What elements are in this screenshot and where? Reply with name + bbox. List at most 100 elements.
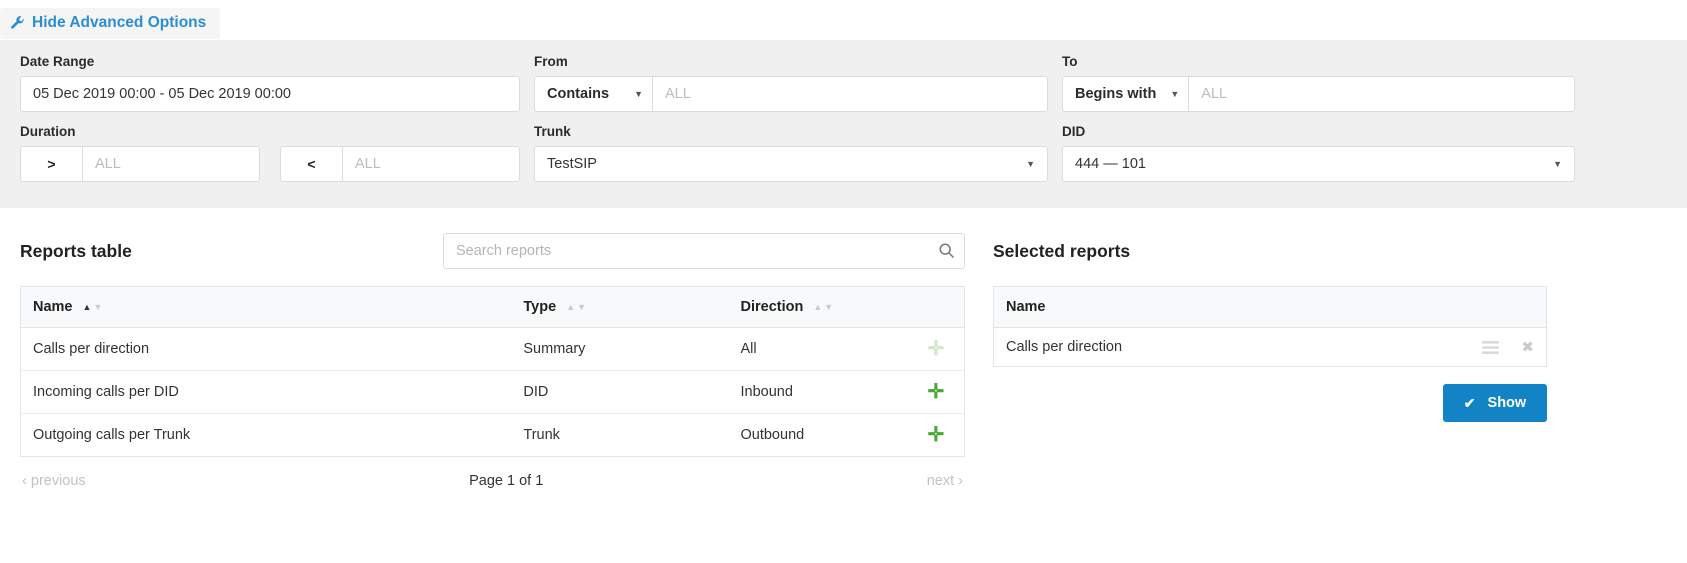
filter-trunk: Trunk TestSIP ▼ <box>534 124 1048 182</box>
search-reports-input[interactable] <box>443 233 965 269</box>
drag-handle-icon[interactable] <box>1482 340 1500 354</box>
date-range-label: Date Range <box>20 54 95 69</box>
duration-max-input[interactable]: ALL <box>342 146 520 182</box>
date-range-input[interactable]: 05 Dec 2019 00:00 - 05 Dec 2019 00:00 <box>20 76 520 112</box>
previous-page-label: previous <box>30 473 86 489</box>
cell-direction: Outbound <box>740 427 805 443</box>
sort-asc-icon[interactable]: ▲ <box>566 303 575 312</box>
to-operator-value: Begins with <box>1075 86 1157 102</box>
filters-row-2: Duration > ALL < ALL Trunk TestSIP ▼ DID… <box>20 124 1667 182</box>
add-report-icon[interactable]: ✛ <box>928 382 945 402</box>
list-item[interactable]: Calls per direction ✖ <box>994 328 1547 367</box>
did-value: 444 — 101 <box>1075 156 1146 172</box>
trunk-value: TestSIP <box>547 156 597 172</box>
sort-controls-type: ▲ ▼ <box>566 303 586 312</box>
sort-controls-name: ▲ ▼ <box>83 303 103 312</box>
chevron-down-icon: ▼ <box>634 88 643 99</box>
table-row[interactable]: Calls per direction Summary All ✛ <box>20 327 965 371</box>
sort-desc-icon[interactable]: ▼ <box>93 303 102 312</box>
sort-asc-icon[interactable]: ▲ <box>83 303 92 312</box>
reports-table-title: Reports table <box>20 240 132 261</box>
table-row[interactable]: Outgoing calls per Trunk Trunk Outbound … <box>21 414 965 457</box>
duration-label: Duration <box>20 124 76 139</box>
previous-page-button[interactable]: ‹ previous <box>22 473 86 489</box>
reports-table-header-row: Name ▲ ▼ Type ▲ ▼ Direction ▲ ▼ <box>20 286 965 328</box>
advanced-filters-panel: Date Range 05 Dec 2019 00:00 - 05 Dec 20… <box>0 40 1687 208</box>
filter-to: To Begins with ▼ ALL <box>1062 54 1575 112</box>
filters-row-1: Date Range 05 Dec 2019 00:00 - 05 Dec 20… <box>20 54 1667 112</box>
duration-min-operator[interactable]: > <box>20 146 82 182</box>
add-report-icon[interactable]: ✛ <box>928 425 945 445</box>
hide-advanced-options-button[interactable]: Hide Advanced Options <box>0 8 221 39</box>
reports-table-panel: Reports table Name ▲ ▼ <box>20 232 965 489</box>
chevron-down-icon: ▼ <box>1026 158 1035 169</box>
cell-direction: All <box>728 327 908 371</box>
column-header-name-label: Name <box>1006 299 1046 315</box>
cell-type: DID <box>511 370 729 414</box>
duration-max-operator[interactable]: < <box>280 146 342 182</box>
did-select[interactable]: 444 — 101 ▼ <box>1062 146 1575 182</box>
cell-name: Calls per direction <box>20 327 512 371</box>
filter-from: From Contains ▼ ALL <box>534 54 1048 112</box>
wrench-icon <box>10 15 25 31</box>
table-row[interactable]: Incoming calls per DID DID Inbound ✛ <box>20 370 965 414</box>
from-value-input[interactable]: ALL <box>652 76 1048 112</box>
did-label: DID <box>1062 124 1086 139</box>
next-page-label: next <box>926 473 955 489</box>
filter-duration: Duration > ALL < ALL <box>20 124 520 182</box>
to-label: To <box>1062 54 1078 69</box>
sort-desc-icon[interactable]: ▼ <box>577 303 586 312</box>
column-header-direction-label: Direction <box>740 299 804 315</box>
reports-header-row: Reports table <box>20 232 965 270</box>
cell-type: Trunk <box>523 427 560 443</box>
column-header-direction[interactable]: Direction ▲ ▼ <box>728 286 965 328</box>
content-area: Reports table Name ▲ ▼ <box>0 208 1687 489</box>
duration-min-input[interactable]: ALL <box>82 146 260 182</box>
column-header-name-label: Name <box>33 299 73 315</box>
next-page-button[interactable]: next › <box>927 473 963 489</box>
selected-header-row: Selected reports <box>993 232 1547 270</box>
show-button-label: Show <box>1487 395 1527 411</box>
trunk-label: Trunk <box>534 124 571 139</box>
show-button[interactable]: ✔ Show <box>1443 384 1547 422</box>
page-info: Page 1 of 1 <box>469 473 544 489</box>
cell-actions: ✖ <box>1414 328 1547 367</box>
to-operator-select[interactable]: Begins with ▼ <box>1062 76 1189 112</box>
cell-name: Outgoing calls per Trunk <box>33 427 191 443</box>
to-value-input[interactable]: ALL <box>1188 76 1575 112</box>
remove-report-icon[interactable]: ✖ <box>1521 340 1534 355</box>
filter-did: DID 444 — 101 ▼ <box>1062 124 1575 182</box>
column-header-name[interactable]: Name ▲ ▼ <box>20 286 512 328</box>
show-button-wrap: ✔ Show <box>993 384 1547 422</box>
column-header-type[interactable]: Type ▲ ▼ <box>511 286 729 328</box>
selected-reports-table: Name Calls per direction ✖ <box>993 286 1547 367</box>
duration-max: < ALL <box>280 146 520 182</box>
sort-controls-direction: ▲ ▼ <box>813 303 833 312</box>
column-header-type-label: Type <box>523 299 557 315</box>
sort-desc-icon[interactable]: ▼ <box>824 303 833 312</box>
from-operator-select[interactable]: Contains ▼ <box>534 76 652 112</box>
trunk-select[interactable]: TestSIP ▼ <box>534 146 1048 182</box>
chevron-left-icon: ‹ <box>22 473 27 489</box>
cell-add: ✛ <box>907 327 965 371</box>
column-header-name: Name <box>993 286 1547 328</box>
from-label: From <box>534 54 568 69</box>
chevron-down-icon: ▼ <box>1170 88 1180 99</box>
add-report-icon: ✛ <box>927 338 945 360</box>
cell-add: ✛ <box>908 414 965 457</box>
selected-reports-panel: Selected reports Name Calls per directio… <box>993 232 1547 489</box>
cell-name: Incoming calls per DID <box>20 370 512 414</box>
cell-direction: Inbound <box>728 370 908 414</box>
selected-table-header-row: Name <box>993 286 1547 328</box>
cell-add: ✛ <box>907 370 965 414</box>
sort-asc-icon[interactable]: ▲ <box>813 303 822 312</box>
cell-type: Summary <box>511 327 729 371</box>
chevron-right-icon: › <box>958 473 963 489</box>
check-icon: ✔ <box>1463 394 1476 411</box>
chevron-down-icon: ▼ <box>1553 158 1562 169</box>
search-reports-box <box>443 233 965 269</box>
pagination: ‹ previous Page 1 of 1 next › <box>20 473 965 489</box>
selected-reports-title: Selected reports <box>993 240 1131 261</box>
top-bar: Hide Advanced Options <box>0 0 1687 40</box>
cell-name: Calls per direction <box>1006 339 1123 355</box>
